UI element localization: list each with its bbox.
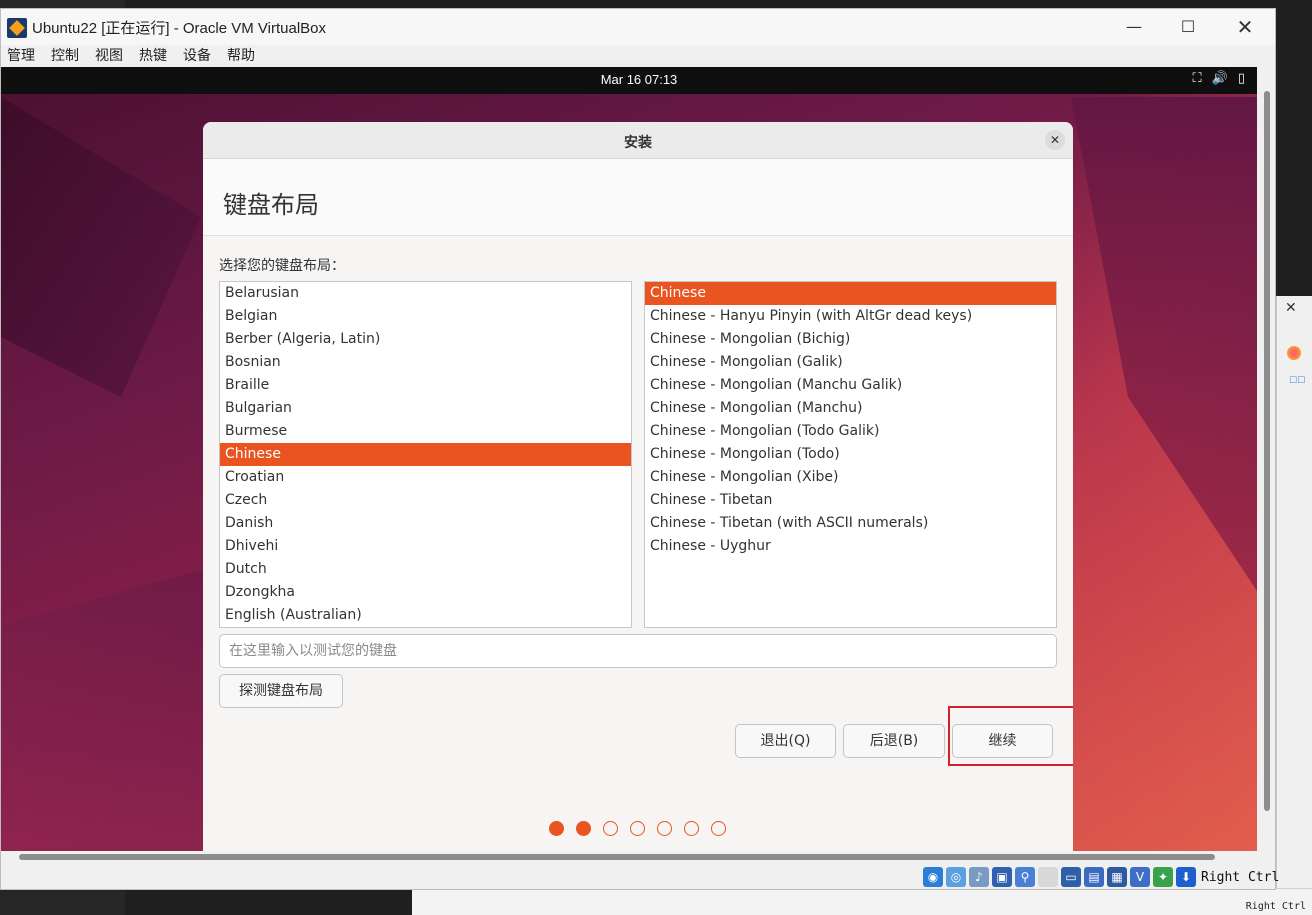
installer-dialog: 安装 ✕ 键盘布局 选择您的键盘布局： Belarusian Belgian Ber… bbox=[203, 122, 1073, 851]
vt-icon[interactable]: V bbox=[1130, 867, 1150, 887]
variant-list-item[interactable]: Chinese - Mongolian (Todo Galik) bbox=[645, 420, 1056, 443]
menu-control[interactable]: 控制 bbox=[51, 45, 79, 67]
language-list-item[interactable]: Berber (Algeria, Latin) bbox=[220, 328, 631, 351]
usb-icon[interactable]: ⚲ bbox=[1015, 867, 1035, 887]
variant-list-item[interactable]: Chinese - Hanyu Pinyin (with AltGr dead … bbox=[645, 305, 1056, 328]
host-key-label: Right Ctrl bbox=[1201, 869, 1280, 885]
display-icon[interactable]: ▭ bbox=[1061, 867, 1081, 887]
progress-dot bbox=[684, 821, 699, 836]
language-list-item[interactable]: Belgian bbox=[220, 305, 631, 328]
language-list-item[interactable]: Bosnian bbox=[220, 351, 631, 374]
menu-devices[interactable]: 设备 bbox=[183, 45, 211, 67]
window-title: Ubuntu22 [正在运行] - Oracle VM VirtualBox bbox=[32, 20, 326, 37]
variant-list-item[interactable]: Chinese bbox=[645, 282, 1056, 305]
host-side-panel: ✕ ☐☐ bbox=[1276, 296, 1312, 896]
language-list-item[interactable]: Braille bbox=[220, 374, 631, 397]
back-button[interactable]: 后退(B) bbox=[843, 724, 945, 758]
system-tray-icons[interactable]: ⛶🔊▯ bbox=[1193, 71, 1255, 86]
host-background-statusbar: Right Ctrl bbox=[412, 888, 1312, 915]
virtualbox-window: Ubuntu22 [正在运行] - Oracle VM VirtualBox —… bbox=[0, 8, 1279, 890]
menu-help[interactable]: 帮助 bbox=[227, 45, 255, 67]
quit-button[interactable]: 退出(Q) bbox=[735, 724, 836, 758]
mouse-integration-icon[interactable]: ✦ bbox=[1153, 867, 1173, 887]
wallpaper-facet bbox=[1, 97, 201, 397]
variant-list-item[interactable]: Chinese - Mongolian (Xibe) bbox=[645, 466, 1056, 489]
variant-list-item[interactable]: Chinese - Tibetan (with ASCII numerals) bbox=[645, 512, 1056, 535]
language-list[interactable]: Belarusian Belgian Berber (Algeria, Latin)… bbox=[219, 281, 632, 628]
panel-close-icon[interactable]: ✕ bbox=[1285, 300, 1297, 316]
vertical-scrollbar[interactable] bbox=[1264, 91, 1270, 811]
language-list-item[interactable]: English (Australian) bbox=[220, 604, 631, 627]
host-background-host-key: Right Ctrl bbox=[1245, 901, 1306, 912]
variant-list-item[interactable]: Chinese - Mongolian (Bichig) bbox=[645, 328, 1056, 351]
progress-dot bbox=[711, 821, 726, 836]
continue-highlight-box bbox=[948, 706, 1073, 766]
network-icon[interactable]: ▣ bbox=[992, 867, 1012, 887]
dialog-title: 安装 bbox=[624, 135, 652, 151]
keyboard-test-input[interactable] bbox=[219, 634, 1057, 668]
dialog-close-icon[interactable]: ✕ bbox=[1045, 130, 1065, 150]
language-list-item[interactable]: Danish bbox=[220, 512, 631, 535]
variant-list-item[interactable]: Chinese - Mongolian (Galik) bbox=[645, 351, 1056, 374]
variant-list-item[interactable]: Chinese - Tibetan bbox=[645, 489, 1056, 512]
wallpaper-facet bbox=[1, 567, 211, 851]
panel-app-icon bbox=[1287, 346, 1301, 360]
variant-list-item[interactable]: Chinese - Mongolian (Todo) bbox=[645, 443, 1056, 466]
layout-prompt: 选择您的键盘布局： bbox=[219, 258, 345, 274]
progress-dot bbox=[630, 821, 645, 836]
progress-dot bbox=[603, 821, 618, 836]
language-list-item[interactable]: Czech bbox=[220, 489, 631, 512]
virtualbox-logo-icon bbox=[7, 18, 27, 38]
progress-dot bbox=[657, 821, 672, 836]
hdd-icon[interactable]: ◉ bbox=[923, 867, 943, 887]
ubuntu-top-bar: Mar 16 07:13 ⛶🔊▯ bbox=[1, 67, 1257, 94]
language-list-item[interactable]: Croatian bbox=[220, 466, 631, 489]
menu-bar: 管理 控制 视图 热键 设备 帮助 bbox=[1, 45, 1275, 67]
page-content: 选择您的键盘布局： Belarusian Belgian Berber (Alger… bbox=[203, 236, 1073, 851]
language-list-item[interactable]: Dhivehi bbox=[220, 535, 631, 558]
language-list-item[interactable]: Burmese bbox=[220, 420, 631, 443]
language-list-item[interactable]: Chinese bbox=[220, 443, 631, 466]
variant-list-item[interactable]: Chinese - Uyghur bbox=[645, 535, 1056, 558]
panel-grid-icon: ☐☐ bbox=[1289, 376, 1306, 386]
optical-icon[interactable]: ◎ bbox=[946, 867, 966, 887]
language-list-item[interactable]: Dzongkha bbox=[220, 581, 631, 604]
page-header: 键盘布局 bbox=[203, 159, 1073, 236]
variant-list-item[interactable]: Chinese - Mongolian (Manchu) bbox=[645, 397, 1056, 420]
horizontal-scrollbar[interactable] bbox=[19, 854, 1215, 860]
language-list-item[interactable]: Bulgarian bbox=[220, 397, 631, 420]
detect-layout-button[interactable]: 探测键盘布局 bbox=[219, 674, 343, 708]
vm-status-bar: ◉ ◎ ♪ ▣ ⚲ ▭ ▤ ▦ V ✦ ⬇ Right Ctrl bbox=[923, 867, 1279, 889]
language-list-item[interactable]: Dutch bbox=[220, 558, 631, 581]
window-titlebar[interactable]: Ubuntu22 [正在运行] - Oracle VM VirtualBox —… bbox=[1, 9, 1275, 45]
progress-dot bbox=[549, 821, 564, 836]
menu-view[interactable]: 视图 bbox=[95, 45, 123, 67]
cpu-icon[interactable]: ▦ bbox=[1107, 867, 1127, 887]
keyboard-capture-icon[interactable]: ⬇ bbox=[1176, 867, 1196, 887]
shared-folder-icon[interactable] bbox=[1038, 867, 1058, 887]
audio-icon[interactable]: ♪ bbox=[969, 867, 989, 887]
variant-list[interactable]: Chinese Chinese - Hanyu Pinyin (with AltG… bbox=[644, 281, 1057, 628]
progress-dots bbox=[549, 821, 738, 837]
page-title: 键盘布局 bbox=[223, 191, 319, 219]
guest-screen[interactable]: Mar 16 07:13 ⛶🔊▯ 安装 ✕ 键盘布局 选择您的键盘布局： Bel… bbox=[1, 67, 1257, 851]
language-list-item[interactable]: Belarusian bbox=[220, 282, 631, 305]
dialog-header: 安装 ✕ bbox=[203, 122, 1073, 159]
variant-list-item[interactable]: Chinese - Mongolian (Manchu Galik) bbox=[645, 374, 1056, 397]
menu-hotkeys[interactable]: 热键 bbox=[139, 45, 167, 67]
wallpaper-facet bbox=[1071, 97, 1257, 597]
recording-icon[interactable]: ▤ bbox=[1084, 867, 1104, 887]
progress-dot bbox=[576, 821, 591, 836]
clock[interactable]: Mar 16 07:13 bbox=[1, 72, 1257, 87]
close-window-button[interactable]: ✕ bbox=[1222, 13, 1268, 41]
minimize-button[interactable]: — bbox=[1111, 13, 1157, 41]
menu-manage[interactable]: 管理 bbox=[7, 45, 35, 67]
maximize-button[interactable]: ☐ bbox=[1165, 13, 1211, 41]
